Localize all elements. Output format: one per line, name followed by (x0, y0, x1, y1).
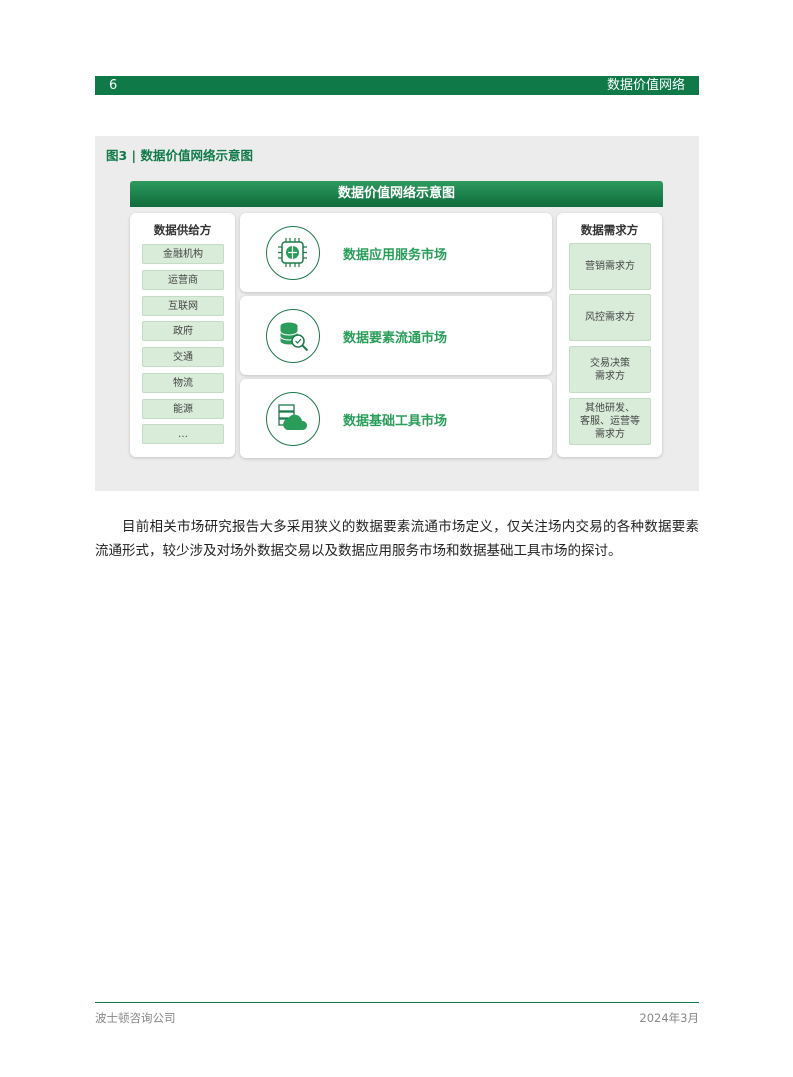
demand-item-label: 营销需求方 (585, 261, 635, 272)
demand-item: 风控需求方 (569, 294, 651, 341)
footer-publisher: 波士顿咨询公司 (95, 1011, 176, 1025)
demand-item-label: 风控需求方 (585, 312, 635, 323)
market-label: 数据要素流通市场 (343, 331, 448, 346)
figure-caption: 图3 | 数据价值网络示意图 (106, 148, 253, 163)
figure: 图3 | 数据价值网络示意图 数据价值网络示意图 数据供给方 金融机构 运营商 … (95, 136, 699, 491)
chip-icon (266, 226, 320, 280)
supply-item: 政府 (142, 321, 224, 341)
demand-panel: 数据需求方 营销需求方 风控需求方 交易决策 需求方 其他研发、 客服、运营等 … (557, 213, 662, 457)
body-paragraph: 目前相关市场研究报告大多采用狭义的数据要素流通市场定义，仅关注场内交易的各种数据… (95, 519, 699, 559)
market-panel-application: 数据应用服务市场 (240, 213, 552, 292)
market-panel-circulation: 数据要素流通市场 (240, 296, 552, 375)
diagram-title: 数据价值网络示意图 (130, 181, 663, 207)
footer-divider (95, 1002, 699, 1003)
supply-item: 交通 (142, 347, 224, 367)
demand-item: 其他研发、 客服、运营等 需求方 (569, 398, 651, 445)
database-icon (266, 309, 320, 363)
supply-item: 金融机构 (142, 244, 224, 264)
footer-date: 2024年3月 (639, 1011, 699, 1025)
supply-item: … (142, 424, 224, 444)
market-label: 数据基础工具市场 (343, 414, 448, 429)
market-panel-tools: 数据基础工具市场 (240, 379, 552, 458)
demand-item-label: 其他研发、 客服、运营等 需求方 (580, 403, 640, 440)
demand-item: 交易决策 需求方 (569, 346, 651, 393)
demand-item: 营销需求方 (569, 243, 651, 290)
page-number: 6 (109, 78, 118, 93)
cloud-server-icon (266, 392, 320, 446)
supply-item: 能源 (142, 399, 224, 419)
supply-title: 数据供给方 (153, 223, 212, 237)
supply-item: 物流 (142, 373, 224, 393)
supply-item: 运营商 (142, 270, 224, 290)
page-header: 6 数据价值网络 (95, 76, 699, 95)
market-label: 数据应用服务市场 (343, 248, 448, 263)
section-title: 数据价值网络 (606, 78, 685, 93)
demand-item-label: 交易决策 需求方 (590, 357, 630, 382)
demand-title: 数据需求方 (580, 223, 639, 237)
supply-item: 互联网 (142, 296, 224, 316)
supply-panel: 数据供给方 金融机构 运营商 互联网 政府 交通 物流 能源 … (130, 213, 235, 457)
